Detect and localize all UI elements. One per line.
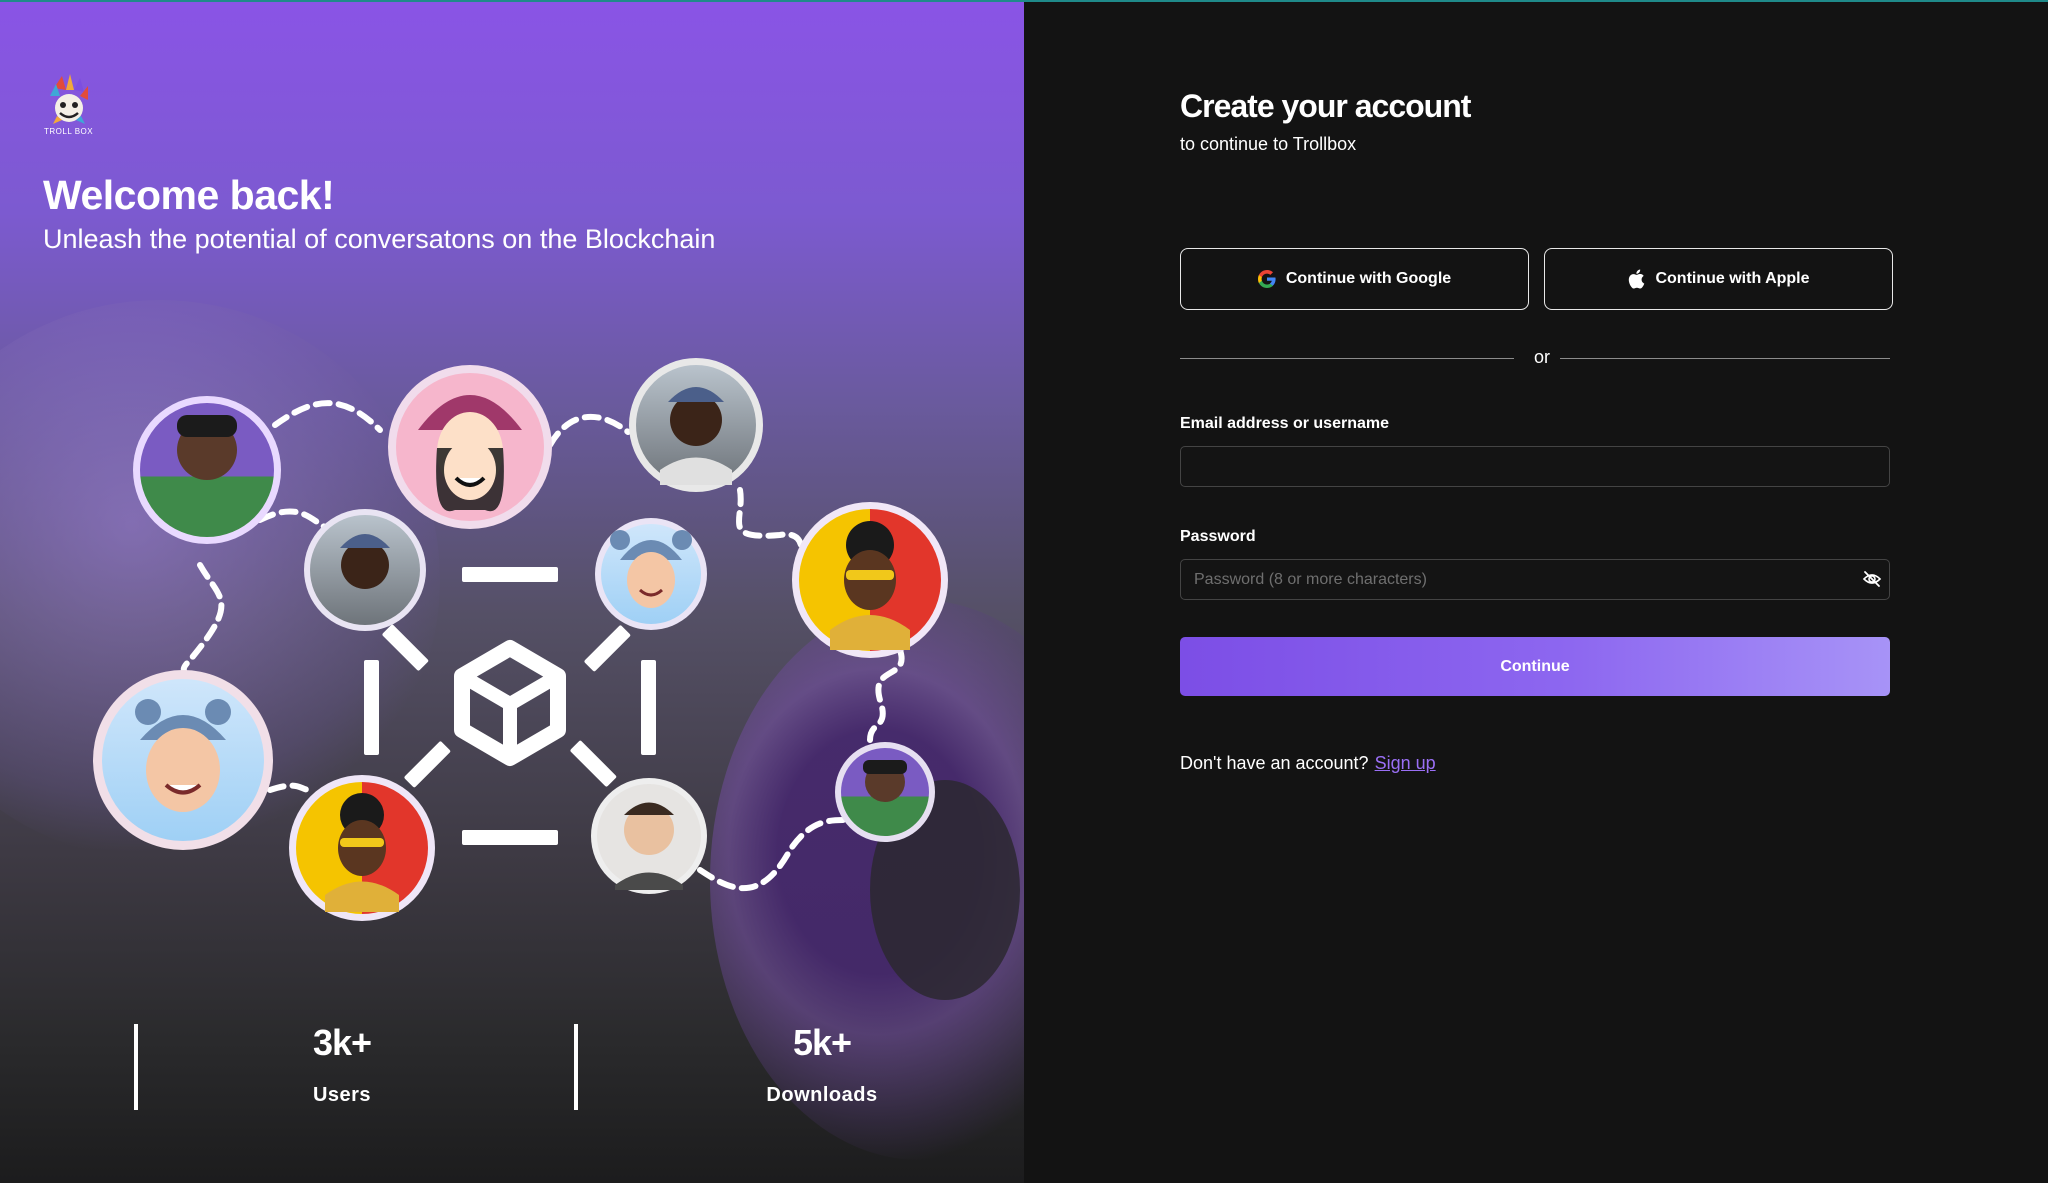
email-label: Email address or username bbox=[1180, 415, 1389, 432]
avatar-2 bbox=[388, 365, 552, 529]
avatar-10 bbox=[835, 742, 935, 842]
avatar-6 bbox=[792, 502, 948, 658]
signup-panel: Create your account to continue to Troll… bbox=[1024, 0, 2048, 1183]
continue-button[interactable]: Continue bbox=[1180, 637, 1890, 696]
hero-title: Welcome back! bbox=[43, 172, 335, 218]
google-button-label: Continue with Google bbox=[1285, 270, 1452, 287]
avatar-3 bbox=[629, 358, 763, 492]
email-field[interactable] bbox=[1180, 446, 1890, 487]
stat-downloads-label: Downloads bbox=[766, 1084, 878, 1106]
password-label: Password bbox=[1180, 528, 1256, 545]
form-title: Create your account bbox=[1180, 88, 1471, 124]
stat-divider bbox=[574, 1024, 578, 1110]
google-icon bbox=[1257, 270, 1276, 288]
divider-line bbox=[1180, 358, 1514, 359]
signup-prompt-text: Don't have an account? bbox=[1180, 753, 1369, 773]
stat-downloads-value: 5k+ bbox=[792, 1022, 852, 1063]
avatar-5 bbox=[595, 518, 707, 630]
hero-subtitle: Unleash the potential of conversatons on… bbox=[43, 224, 716, 254]
apple-signin-button[interactable]: Continue with Apple bbox=[1544, 248, 1893, 310]
avatar-9 bbox=[591, 778, 707, 894]
avatar-1 bbox=[133, 396, 281, 544]
divider-line bbox=[1560, 358, 1890, 359]
signup-prompt: Don't have an account? Sign up bbox=[1180, 753, 1436, 774]
stat-users-value: 3k+ bbox=[312, 1022, 372, 1063]
google-signin-button[interactable]: Continue with Google bbox=[1180, 248, 1529, 310]
apple-icon bbox=[1629, 269, 1645, 289]
blockchain-network-illustration bbox=[93, 358, 948, 921]
form-subtitle: to continue to Trollbox bbox=[1180, 134, 1357, 154]
eye-off-icon[interactable] bbox=[1862, 569, 1882, 589]
password-field[interactable] bbox=[1180, 559, 1890, 600]
avatar-8 bbox=[289, 775, 435, 921]
stat-divider bbox=[134, 1024, 138, 1110]
stat-users-label: Users bbox=[312, 1084, 372, 1106]
apple-button-label: Continue with Apple bbox=[1655, 270, 1810, 287]
top-accent-line bbox=[0, 0, 2048, 2]
divider-or: or bbox=[1533, 347, 1550, 367]
signup-link[interactable]: Sign up bbox=[1375, 753, 1436, 773]
avatar-7 bbox=[93, 670, 273, 850]
logo-wordmark: TROLL BOX bbox=[44, 127, 94, 136]
hero-panel: TROLL BOX Welcome back! Unleash the pote… bbox=[0, 0, 1024, 1183]
avatar-4 bbox=[304, 509, 426, 631]
